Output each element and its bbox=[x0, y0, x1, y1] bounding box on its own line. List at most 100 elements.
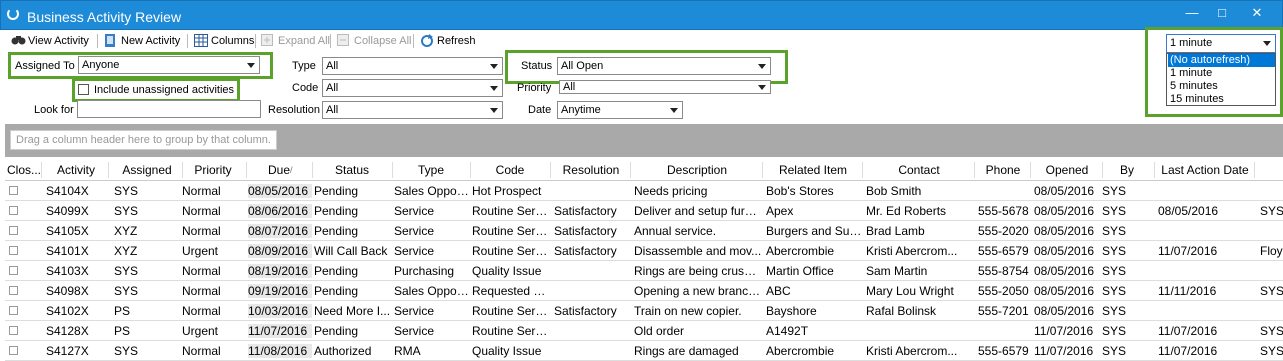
cell-opened: 11/07/2016 bbox=[1034, 324, 1094, 338]
columns-button[interactable]: Columns bbox=[194, 34, 254, 47]
closed-checkbox[interactable] bbox=[9, 326, 18, 335]
maximize-icon[interactable]: □ bbox=[1212, 5, 1232, 20]
assigned-to-label: Assigned To bbox=[15, 60, 75, 72]
cell-assigned: XYZ bbox=[114, 224, 138, 238]
column-header-assigned[interactable]: Assigned bbox=[111, 163, 183, 177]
closed-checkbox[interactable] bbox=[9, 186, 18, 195]
column-header-activity[interactable]: Activity bbox=[43, 163, 109, 177]
cell-opened: 08/05/2016 bbox=[1034, 304, 1095, 318]
assigned-to-value: Anyone bbox=[82, 59, 120, 71]
cell-description: Deliver and setup furni... bbox=[634, 204, 762, 218]
column-header-contact[interactable]: Contact bbox=[863, 163, 975, 177]
cell-type: Sales Opport... bbox=[394, 184, 470, 198]
cell-contact: Kristi Abercrom... bbox=[866, 344, 958, 358]
table-row[interactable]: S4102X PS Normal 10/03/2016 Need More I... Se… bbox=[5, 301, 1283, 321]
autorefresh-option[interactable]: 1 minute bbox=[1168, 67, 1275, 80]
cell-opened: 08/05/2016 bbox=[1034, 204, 1095, 218]
table-row[interactable]: S4101X XYZ Urgent 08/09/2016 Will Call Back S… bbox=[5, 241, 1283, 261]
table-row[interactable]: S4099X SYS Normal 08/06/2016 Pending Service R… bbox=[5, 201, 1283, 221]
column-header-closed[interactable]: Clos... bbox=[6, 163, 42, 177]
column-header-resolution[interactable]: Resolution bbox=[551, 163, 631, 177]
cell-resolution: Satisfactory bbox=[554, 304, 617, 318]
date-combo[interactable]: Anytime bbox=[557, 101, 683, 119]
look-for-input[interactable] bbox=[77, 100, 261, 118]
cell-type: RMA bbox=[394, 344, 421, 358]
cell-phone: 555-5678 bbox=[978, 204, 1029, 218]
cell-contact: Bob Smith bbox=[866, 184, 922, 198]
cell-last-action-date: 11/11/2016 bbox=[1158, 284, 1217, 298]
closed-checkbox[interactable] bbox=[9, 286, 18, 295]
include-unassigned-checkbox[interactable] bbox=[78, 84, 89, 95]
expand-all-button[interactable]: Expand All bbox=[261, 34, 330, 47]
close-icon[interactable]: ✕ bbox=[1247, 5, 1267, 21]
cell-related-item: Martin Office bbox=[766, 264, 834, 278]
table-row[interactable]: S4105X XYZ Normal 08/07/2016 Pending Service R… bbox=[5, 221, 1283, 241]
table-row[interactable]: S4128X PS Urgent 11/07/2016 Pending Service Ro… bbox=[5, 321, 1283, 341]
autorefresh-option[interactable]: 5 minutes bbox=[1168, 80, 1275, 93]
autorefresh-combo[interactable]: 1 minute bbox=[1166, 34, 1276, 53]
collapse-all-button[interactable]: Collapse All bbox=[337, 34, 411, 47]
cell-opened: 08/05/2016 bbox=[1034, 284, 1095, 298]
autorefresh-option[interactable]: 15 minutes bbox=[1168, 93, 1275, 106]
column-header-code[interactable]: Code bbox=[469, 163, 551, 177]
cell-related-item: ABC bbox=[766, 284, 791, 298]
closed-checkbox[interactable] bbox=[9, 206, 18, 215]
cell-code: Routine Serv... bbox=[472, 204, 550, 218]
column-header-description[interactable]: Description bbox=[631, 163, 763, 177]
assigned-to-combo[interactable]: Anyone bbox=[78, 56, 260, 74]
chevron-down-icon bbox=[490, 108, 498, 113]
column-header-related-item[interactable]: Related Item bbox=[763, 163, 863, 177]
table-row[interactable]: S4104X SYS Normal 08/05/2016 Pending Sales Op… bbox=[5, 181, 1283, 201]
cell-last-action-date: 11/07/2016 bbox=[1158, 244, 1218, 258]
column-header-last-action-date[interactable]: Last Action Date bbox=[1155, 163, 1255, 177]
cell-assigned: XYZ bbox=[114, 244, 138, 258]
column-header-due[interactable]: Due bbox=[245, 163, 313, 177]
sort-indicator-icon: / bbox=[290, 165, 293, 175]
cell-assigned: SYS bbox=[114, 184, 139, 198]
cell-last-action-by: SYS bbox=[1260, 204, 1283, 218]
closed-checkbox[interactable] bbox=[9, 246, 18, 255]
cell-activity: S4105X bbox=[46, 224, 89, 238]
cell-activity: S4101X bbox=[46, 244, 89, 258]
closed-checkbox[interactable] bbox=[9, 306, 18, 315]
cell-description: Rings are damaged bbox=[634, 344, 739, 358]
column-header-by[interactable]: By bbox=[1099, 163, 1155, 177]
table-row[interactable]: S4098X SYS Normal 09/19/2016 Pending Sales Op… bbox=[5, 281, 1283, 301]
cell-description: Annual service. bbox=[634, 224, 717, 238]
status-combo[interactable]: All Open bbox=[557, 57, 771, 75]
cell-by: SYS bbox=[1102, 324, 1127, 338]
type-label: Type bbox=[292, 60, 316, 72]
window-title: Business Activity Review bbox=[27, 9, 182, 25]
closed-checkbox[interactable] bbox=[9, 266, 18, 275]
type-combo[interactable]: All bbox=[322, 57, 503, 75]
column-header-type[interactable]: Type bbox=[391, 163, 471, 177]
priority-combo[interactable]: All bbox=[559, 80, 771, 94]
binoculars-icon bbox=[11, 34, 26, 47]
column-header-status[interactable]: Status bbox=[311, 163, 393, 177]
chevron-down-icon bbox=[1263, 41, 1271, 46]
grid-header: Clos... Activity Assigned Priority Due Status… bbox=[5, 160, 1283, 181]
code-combo[interactable]: All bbox=[322, 79, 503, 97]
table-row[interactable]: S4127X SYS Normal 11/08/2016 Authorized RMA Qu… bbox=[5, 341, 1283, 361]
closed-checkbox[interactable] bbox=[9, 226, 18, 235]
cell-by: SYS bbox=[1102, 264, 1127, 278]
cell-status: Pending bbox=[314, 264, 359, 278]
resolution-combo[interactable]: All bbox=[322, 101, 503, 119]
view-activity-button[interactable]: View Activity bbox=[11, 34, 89, 47]
column-header-priority[interactable]: Priority bbox=[179, 163, 247, 177]
cell-last-action-by: SYS bbox=[1260, 284, 1283, 298]
minimize-icon[interactable]: — bbox=[1182, 5, 1202, 20]
column-header-opened[interactable]: Opened bbox=[1031, 163, 1103, 177]
cell-due: 08/07/2016 bbox=[248, 224, 312, 238]
new-activity-button[interactable]: New Activity bbox=[104, 34, 180, 47]
refresh-button[interactable]: Refresh bbox=[420, 34, 476, 47]
autorefresh-option[interactable]: (No autorefresh) bbox=[1168, 54, 1275, 67]
chevron-down-icon bbox=[490, 86, 498, 91]
group-by-hint: Drag a column header here to group by th… bbox=[10, 130, 277, 150]
cell-code: Routine Serv... bbox=[472, 304, 550, 318]
cell-related-item: Apex bbox=[766, 204, 794, 218]
table-row[interactable]: S4103X SYS Normal 08/19/2016 Pending Purchasi… bbox=[5, 261, 1283, 281]
cell-related-item: Abercrombie bbox=[766, 344, 835, 358]
column-header-phone[interactable]: Phone bbox=[975, 163, 1031, 177]
cell-due: 08/19/2016 bbox=[248, 264, 312, 278]
